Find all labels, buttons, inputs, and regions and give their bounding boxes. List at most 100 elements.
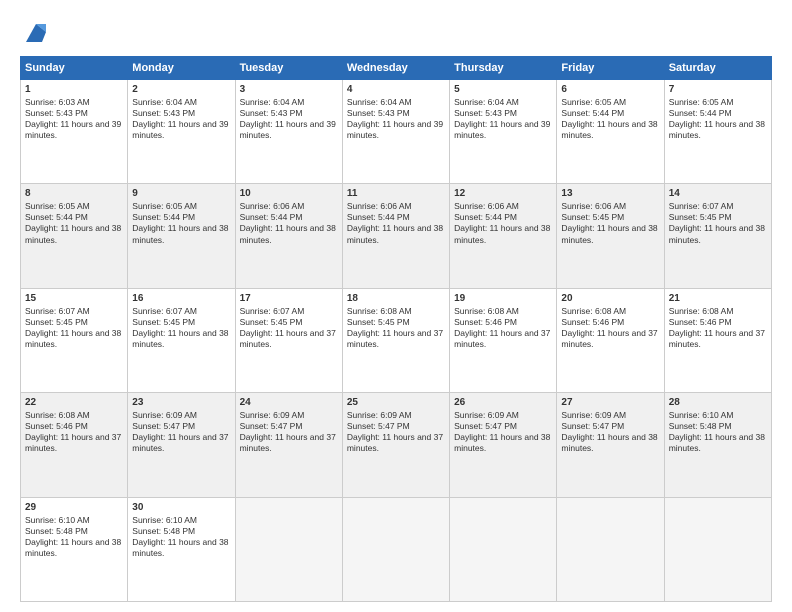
calendar-week-row: 29Sunrise: 6:10 AMSunset: 5:48 PMDayligh… <box>21 497 772 601</box>
day-number: 4 <box>347 83 445 96</box>
page: SundayMondayTuesdayWednesdayThursdayFrid… <box>0 0 792 612</box>
daylight-text: Daylight: 11 hours and 37 minutes. <box>25 432 121 453</box>
sunrise-text: Sunrise: 6:10 AM <box>669 410 734 420</box>
calendar-cell: 15Sunrise: 6:07 AMSunset: 5:45 PMDayligh… <box>21 288 128 392</box>
sunset-text: Sunset: 5:45 PM <box>240 317 303 327</box>
calendar-cell: 28Sunrise: 6:10 AMSunset: 5:48 PMDayligh… <box>664 393 771 497</box>
sunset-text: Sunset: 5:47 PM <box>240 421 303 431</box>
calendar-cell: 21Sunrise: 6:08 AMSunset: 5:46 PMDayligh… <box>664 288 771 392</box>
sunrise-text: Sunrise: 6:08 AM <box>25 410 90 420</box>
sunrise-text: Sunrise: 6:06 AM <box>347 201 412 211</box>
sunrise-text: Sunrise: 6:04 AM <box>132 97 197 107</box>
sunrise-text: Sunrise: 6:06 AM <box>561 201 626 211</box>
day-number: 20 <box>561 292 659 305</box>
calendar-cell: 24Sunrise: 6:09 AMSunset: 5:47 PMDayligh… <box>235 393 342 497</box>
sunrise-text: Sunrise: 6:03 AM <box>25 97 90 107</box>
day-number: 15 <box>25 292 123 305</box>
calendar-cell: 30Sunrise: 6:10 AMSunset: 5:48 PMDayligh… <box>128 497 235 601</box>
day-number: 8 <box>25 187 123 200</box>
sunset-text: Sunset: 5:45 PM <box>669 212 732 222</box>
calendar-cell: 20Sunrise: 6:08 AMSunset: 5:46 PMDayligh… <box>557 288 664 392</box>
daylight-text: Daylight: 11 hours and 38 minutes. <box>25 328 121 349</box>
logo <box>20 18 50 46</box>
calendar-week-row: 22Sunrise: 6:08 AMSunset: 5:46 PMDayligh… <box>21 393 772 497</box>
day-number: 24 <box>240 396 338 409</box>
calendar-cell <box>664 497 771 601</box>
sunrise-text: Sunrise: 6:09 AM <box>132 410 197 420</box>
daylight-text: Daylight: 11 hours and 39 minutes. <box>132 119 228 140</box>
sunset-text: Sunset: 5:44 PM <box>25 212 88 222</box>
daylight-text: Daylight: 11 hours and 38 minutes. <box>132 537 228 558</box>
daylight-text: Daylight: 11 hours and 38 minutes. <box>561 432 657 453</box>
sunrise-text: Sunrise: 6:07 AM <box>132 306 197 316</box>
sunrise-text: Sunrise: 6:05 AM <box>25 201 90 211</box>
calendar-cell: 22Sunrise: 6:08 AMSunset: 5:46 PMDayligh… <box>21 393 128 497</box>
calendar-cell: 4Sunrise: 6:04 AMSunset: 5:43 PMDaylight… <box>342 80 449 184</box>
calendar-cell: 23Sunrise: 6:09 AMSunset: 5:47 PMDayligh… <box>128 393 235 497</box>
day-number: 25 <box>347 396 445 409</box>
calendar-week-row: 1Sunrise: 6:03 AMSunset: 5:43 PMDaylight… <box>21 80 772 184</box>
sunset-text: Sunset: 5:44 PM <box>347 212 410 222</box>
day-number: 16 <box>132 292 230 305</box>
calendar-cell: 2Sunrise: 6:04 AMSunset: 5:43 PMDaylight… <box>128 80 235 184</box>
daylight-text: Daylight: 11 hours and 39 minutes. <box>25 119 121 140</box>
day-number: 23 <box>132 396 230 409</box>
calendar-cell: 10Sunrise: 6:06 AMSunset: 5:44 PMDayligh… <box>235 184 342 288</box>
day-number: 5 <box>454 83 552 96</box>
sunset-text: Sunset: 5:47 PM <box>561 421 624 431</box>
calendar-cell: 19Sunrise: 6:08 AMSunset: 5:46 PMDayligh… <box>450 288 557 392</box>
sunrise-text: Sunrise: 6:07 AM <box>240 306 305 316</box>
sunset-text: Sunset: 5:46 PM <box>669 317 732 327</box>
daylight-text: Daylight: 11 hours and 39 minutes. <box>454 119 550 140</box>
daylight-text: Daylight: 11 hours and 37 minutes. <box>347 328 443 349</box>
calendar-cell: 7Sunrise: 6:05 AMSunset: 5:44 PMDaylight… <box>664 80 771 184</box>
sunrise-text: Sunrise: 6:04 AM <box>454 97 519 107</box>
sunrise-text: Sunrise: 6:06 AM <box>240 201 305 211</box>
sunrise-text: Sunrise: 6:05 AM <box>561 97 626 107</box>
day-number: 10 <box>240 187 338 200</box>
weekday-header: Thursday <box>450 57 557 80</box>
day-number: 17 <box>240 292 338 305</box>
daylight-text: Daylight: 11 hours and 37 minutes. <box>240 328 336 349</box>
daylight-text: Daylight: 11 hours and 39 minutes. <box>347 119 443 140</box>
sunrise-text: Sunrise: 6:08 AM <box>454 306 519 316</box>
sunset-text: Sunset: 5:43 PM <box>132 108 195 118</box>
sunset-text: Sunset: 5:44 PM <box>561 108 624 118</box>
calendar-cell: 13Sunrise: 6:06 AMSunset: 5:45 PMDayligh… <box>557 184 664 288</box>
sunset-text: Sunset: 5:45 PM <box>132 317 195 327</box>
sunrise-text: Sunrise: 6:04 AM <box>240 97 305 107</box>
day-number: 9 <box>132 187 230 200</box>
daylight-text: Daylight: 11 hours and 38 minutes. <box>561 119 657 140</box>
day-number: 14 <box>669 187 767 200</box>
sunset-text: Sunset: 5:47 PM <box>132 421 195 431</box>
sunset-text: Sunset: 5:46 PM <box>25 421 88 431</box>
daylight-text: Daylight: 11 hours and 37 minutes. <box>561 328 657 349</box>
sunrise-text: Sunrise: 6:07 AM <box>669 201 734 211</box>
calendar-week-row: 15Sunrise: 6:07 AMSunset: 5:45 PMDayligh… <box>21 288 772 392</box>
weekday-header: Sunday <box>21 57 128 80</box>
sunrise-text: Sunrise: 6:09 AM <box>347 410 412 420</box>
calendar-cell <box>557 497 664 601</box>
daylight-text: Daylight: 11 hours and 37 minutes. <box>132 432 228 453</box>
sunset-text: Sunset: 5:43 PM <box>240 108 303 118</box>
daylight-text: Daylight: 11 hours and 38 minutes. <box>347 223 443 244</box>
sunrise-text: Sunrise: 6:09 AM <box>240 410 305 420</box>
sunset-text: Sunset: 5:48 PM <box>25 526 88 536</box>
day-number: 7 <box>669 83 767 96</box>
weekday-header: Saturday <box>664 57 771 80</box>
day-number: 11 <box>347 187 445 200</box>
daylight-text: Daylight: 11 hours and 38 minutes. <box>25 537 121 558</box>
calendar-week-row: 8Sunrise: 6:05 AMSunset: 5:44 PMDaylight… <box>21 184 772 288</box>
daylight-text: Daylight: 11 hours and 37 minutes. <box>347 432 443 453</box>
day-number: 21 <box>669 292 767 305</box>
sunset-text: Sunset: 5:45 PM <box>347 317 410 327</box>
daylight-text: Daylight: 11 hours and 37 minutes. <box>669 328 765 349</box>
sunrise-text: Sunrise: 6:09 AM <box>454 410 519 420</box>
day-number: 1 <box>25 83 123 96</box>
sunset-text: Sunset: 5:48 PM <box>669 421 732 431</box>
sunset-text: Sunset: 5:44 PM <box>454 212 517 222</box>
sunrise-text: Sunrise: 6:10 AM <box>25 515 90 525</box>
sunset-text: Sunset: 5:43 PM <box>25 108 88 118</box>
weekday-header: Friday <box>557 57 664 80</box>
calendar-cell: 25Sunrise: 6:09 AMSunset: 5:47 PMDayligh… <box>342 393 449 497</box>
